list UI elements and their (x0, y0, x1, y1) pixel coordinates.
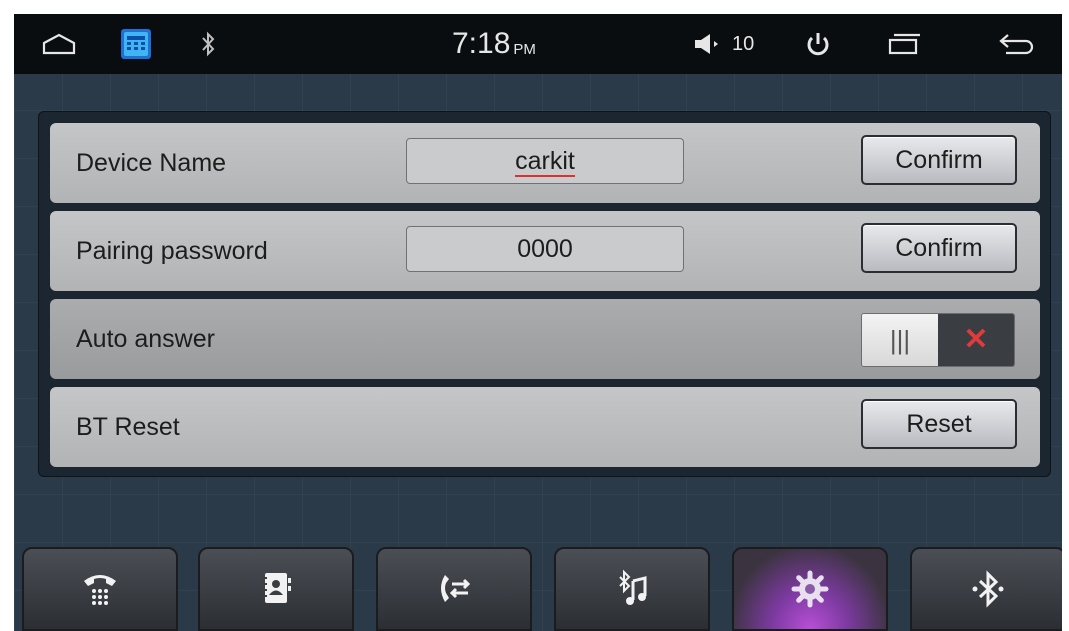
bluetooth-music-icon (556, 569, 708, 614)
clock-ampm: PM (513, 40, 536, 58)
clock-time: 7:18 (452, 27, 511, 60)
pairing-password-label: Pairing password (76, 237, 268, 265)
auto-answer-row: Auto answer ||| ✕ (50, 299, 1040, 379)
bt-reset-button[interactable]: Reset (861, 399, 1017, 449)
pairing-password-confirm-button[interactable]: Confirm (861, 223, 1017, 273)
device-name-label: Device Name (76, 149, 227, 177)
device-name-row: Device Name carkit Confirm (50, 123, 1040, 203)
bt-reset-label: BT Reset (76, 413, 180, 441)
tab-dialpad[interactable] (22, 547, 178, 631)
home-icon[interactable] (42, 14, 76, 74)
volume-indicator[interactable]: 10 (694, 14, 754, 74)
tab-contacts[interactable] (198, 547, 354, 631)
back-icon[interactable] (998, 14, 1036, 74)
phone-app-icon[interactable] (120, 14, 152, 74)
bluetooth-connect-icon (912, 569, 1062, 614)
tab-call-log[interactable] (376, 547, 532, 631)
toggle-handle: ||| (862, 314, 938, 366)
toggle-off-x-icon: ✕ (938, 314, 1014, 366)
tab-bluetooth-connect[interactable] (910, 547, 1062, 631)
tab-settings[interactable] (732, 547, 888, 631)
contacts-icon (200, 569, 352, 614)
device-name-confirm-button[interactable]: Confirm (861, 135, 1017, 185)
gear-icon (734, 569, 886, 614)
auto-answer-label: Auto answer (76, 325, 215, 353)
volume-icon (695, 34, 718, 54)
auto-answer-toggle[interactable]: ||| ✕ (861, 313, 1015, 367)
bt-reset-row: BT Reset Reset (50, 387, 1040, 467)
clock: 7:18 PM (452, 14, 536, 74)
pairing-password-field[interactable]: 0000 (406, 226, 684, 272)
call-log-icon (378, 569, 530, 614)
bluetooth-settings-screen: 7:18 PM 10 Device Name carkit Confirm Pa… (14, 14, 1062, 631)
settings-panel: Device Name carkit Confirm Pairing passw… (38, 111, 1051, 477)
bluetooth-icon (200, 14, 216, 74)
bottom-nav (14, 541, 1062, 631)
pairing-password-row: Pairing password 0000 Confirm (50, 211, 1040, 291)
status-bar: 7:18 PM 10 (14, 14, 1062, 74)
device-name-field[interactable]: carkit (406, 138, 684, 184)
tab-bt-music[interactable] (554, 547, 710, 631)
power-icon[interactable] (806, 14, 830, 74)
dialpad-icon (24, 569, 176, 614)
recent-apps-icon[interactable] (888, 14, 922, 74)
device-name-value: carkit (515, 147, 575, 177)
volume-level: 10 (732, 32, 755, 55)
